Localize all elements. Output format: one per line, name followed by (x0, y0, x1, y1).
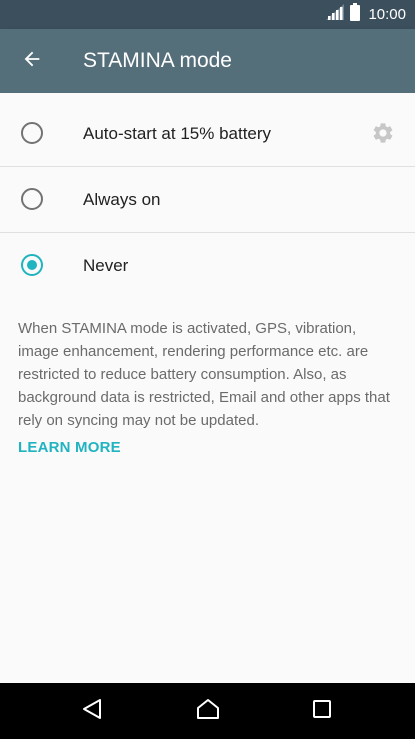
option-label: Auto-start at 15% battery (83, 124, 272, 143)
status-icons: 10:00 (326, 0, 406, 29)
navigation-bar (0, 683, 415, 739)
nav-back-button[interactable] (72, 691, 112, 731)
nav-home-button[interactable] (188, 691, 228, 731)
arrow-left-icon (21, 48, 43, 75)
settings-content: Auto-start at 15% battery Always on Neve… (0, 93, 415, 683)
radio-dot (27, 260, 37, 270)
recents-icon (312, 699, 332, 724)
page-title: STAMINA mode (83, 49, 232, 72)
learn-more-link[interactable]: LEARN MORE (18, 439, 121, 456)
back-button[interactable] (8, 37, 56, 85)
back-triangle-icon (81, 698, 103, 725)
app-bar: STAMINA mode (0, 29, 415, 93)
option-always-on[interactable]: Always on (0, 167, 415, 233)
status-bar: 10:00 (0, 0, 415, 29)
option-never[interactable]: Never (0, 233, 415, 299)
description-text: When STAMINA mode is activated, GPS, vib… (18, 320, 390, 429)
radio-button-unchecked[interactable] (21, 122, 43, 144)
battery-icon (350, 3, 361, 26)
home-icon (196, 698, 220, 725)
nav-recents-button[interactable] (302, 691, 342, 731)
gear-icon[interactable] (371, 121, 395, 145)
status-time: 10:00 (368, 6, 406, 23)
option-auto-start[interactable]: Auto-start at 15% battery (0, 101, 415, 167)
signal-icon (326, 4, 345, 25)
option-label: Never (83, 256, 129, 275)
option-label: Always on (83, 190, 161, 209)
radio-button-unchecked[interactable] (21, 188, 43, 210)
radio-button-checked[interactable] (21, 254, 43, 276)
